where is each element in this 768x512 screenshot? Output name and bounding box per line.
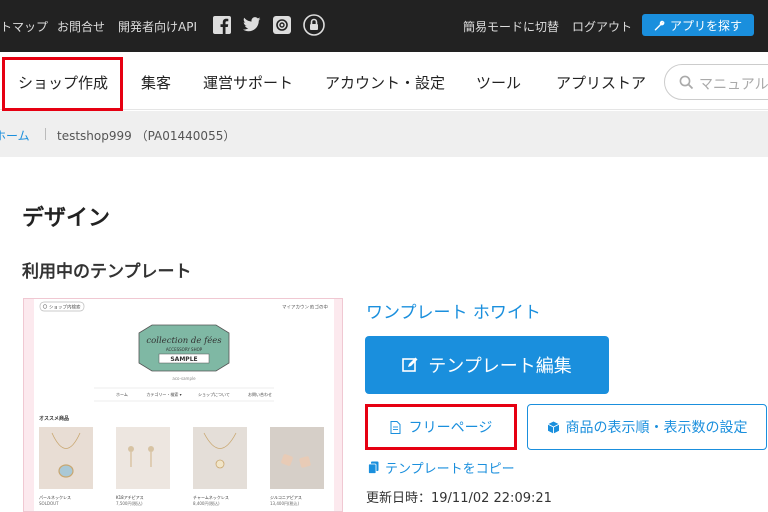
manual-search-input[interactable]: マニュアル (664, 64, 768, 100)
cube-icon (547, 421, 559, 433)
free-page-button[interactable]: フリーページ (365, 404, 517, 450)
product-sort-settings-button[interactable]: 商品の表示順・表示数の設定 (527, 404, 767, 450)
preview-product-1-name: K18アチピアス (116, 495, 144, 500)
preview-section: オススメ商品 (39, 415, 69, 422)
preview-logo: collection de fées ACCESSORY SHOP SAMPLE (138, 324, 230, 372)
edit-icon (402, 357, 418, 372)
edit-template-label: テンプレート編集 (428, 356, 572, 377)
preview-product-0-price: SOLDOUT (39, 501, 59, 506)
lock-icon[interactable] (303, 14, 325, 36)
preview-cart: カゴの中 (310, 304, 328, 311)
contact-link[interactable]: お問合せ (57, 18, 105, 35)
preview-menu-2: ショップについて (198, 391, 230, 397)
wrench-icon (654, 20, 665, 30)
preview-search: ショップ内検索 (49, 304, 81, 311)
facebook-icon[interactable] (213, 16, 231, 34)
breadcrumb-separator (45, 128, 46, 140)
nav-marketing[interactable]: 集客 (141, 72, 171, 93)
preview-menu-3: お問い合わせ (248, 391, 272, 397)
sitemap-link[interactable]: トマップ (0, 18, 48, 35)
preview-product-3-name: ジルコニアピアス (270, 495, 302, 500)
nav-account-settings[interactable]: アカウント・設定 (325, 72, 445, 93)
preview-logo-line2: ACCESSORY SHOP (166, 347, 203, 352)
preview-product-1-price: 7,500円(税込) (116, 500, 143, 506)
template-name-link[interactable]: ワンプレート ホワイト (366, 298, 541, 323)
preview-logo-line3: SAMPLE (170, 356, 197, 363)
simple-mode-link[interactable]: 簡易モードに切替 (463, 18, 559, 35)
product-sort-settings-label: 商品の表示順・表示数の設定 (565, 420, 748, 436)
search-icon (679, 75, 694, 90)
edit-template-button[interactable]: テンプレート編集 (365, 336, 609, 394)
free-page-label: フリーページ (408, 420, 493, 436)
preview-product-3-price: 13,400円(税込) (270, 500, 300, 506)
nav-app-store[interactable]: アプリストア (556, 72, 646, 93)
preview-logo-line1: collection de fées (146, 335, 222, 346)
template-preview-image: ショップ内検索 マイアカウント カゴの中 collection de fées … (34, 299, 334, 511)
twitter-icon[interactable] (243, 16, 261, 34)
highlight-box-shop-create (2, 57, 123, 111)
at-sign-icon[interactable] (273, 16, 291, 34)
template-preview[interactable]: ショップ内検索 マイアカウント カゴの中 collection de fées … (23, 298, 343, 512)
nav-operation-support[interactable]: 運営サポート (203, 72, 293, 93)
search-placeholder: マニュアル (699, 77, 768, 93)
page-title: デザイン (22, 206, 111, 231)
breadcrumb-shop: testshop999 （PA01440055） (57, 129, 236, 143)
preview-menu-0: ホーム (116, 392, 128, 397)
updated-timestamp: 更新日時：19/11/02 22:09:21 (366, 491, 552, 506)
find-apps-button[interactable]: アプリを探す (642, 14, 754, 36)
breadcrumb: ホーム testshop999 （PA01440055） (0, 111, 768, 157)
preview-product-2-price: 8,400円(税込) (193, 500, 220, 506)
copy-icon (368, 461, 379, 474)
document-icon (390, 420, 401, 434)
nav-tools[interactable]: ツール (476, 72, 521, 93)
preview-menu-1: カテゴリー・検索 ▾ (146, 391, 181, 397)
copy-template-link[interactable]: テンプレートをコピー (368, 458, 515, 477)
breadcrumb-home[interactable]: ホーム (0, 127, 30, 144)
main-nav: ショップ作成 集客 運営サポート アカウント・設定 ツール アプリストア マニュ… (0, 52, 768, 111)
top-bar: トマップ お問合せ 開発者向けAPI 簡易モードに切替 ログアウト アプリを探す (0, 0, 768, 52)
logout-link[interactable]: ログアウト (572, 18, 632, 35)
copy-template-label: テンプレートをコピー (385, 462, 515, 477)
find-apps-label: アプリを探す (669, 18, 742, 33)
developer-api-link[interactable]: 開発者向けAPI (118, 18, 197, 35)
preview-account: マイアカウント (282, 304, 314, 311)
section-title: 利用中のテンプレート (22, 262, 192, 282)
preview-product-2-name: チャームネックレス (193, 494, 229, 500)
preview-tagline: aco-sample (172, 376, 196, 381)
preview-product-0-name: パールネックレス (39, 494, 71, 500)
